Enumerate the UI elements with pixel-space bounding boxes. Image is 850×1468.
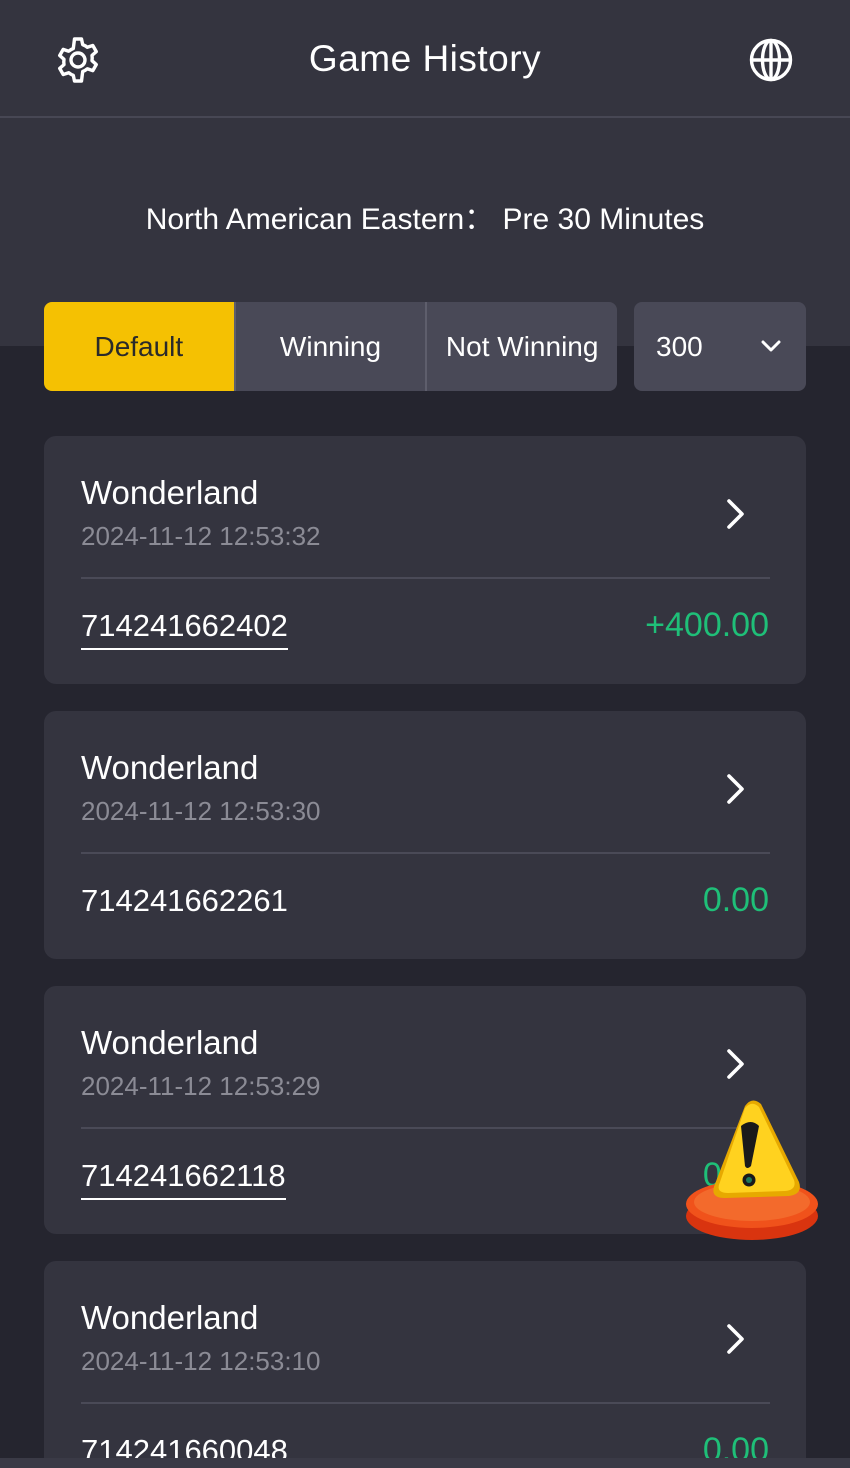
tab-default[interactable]: Default (44, 302, 234, 391)
divider (81, 577, 770, 579)
tab-winning[interactable]: Winning (233, 302, 426, 391)
divider (81, 1402, 770, 1404)
warning-icon[interactable] (685, 1098, 820, 1243)
page-title: Game History (308, 38, 542, 79)
record-count-select[interactable]: 300 (634, 302, 806, 391)
order-number-link[interactable]: 714241662118 (81, 1158, 286, 1200)
game-history-screen: Game History North American Eastern： Pre… (0, 0, 850, 1468)
record-time: 2024-11-12 12:53:10 (81, 1346, 321, 1376)
history-card[interactable]: Wonderland 2024-11-12 12:53:30 714241662… (44, 711, 806, 959)
record-time: 2024-11-12 12:53:30 (81, 796, 321, 826)
record-time: 2024-11-12 12:53:32 (81, 521, 321, 551)
bottom-edge (0, 1458, 850, 1468)
history-card[interactable]: Wonderland 2024-11-12 12:53:10 714241660… (44, 1261, 806, 1468)
chevron-right-icon[interactable] (724, 1322, 748, 1356)
win-amount: 0.00 (702, 881, 769, 919)
result-filter-tabs: Default Winning Not Winning (44, 302, 617, 391)
timezone-label: North American Eastern： Pre 30 Minutes (145, 203, 705, 236)
record-time: 2024-11-12 12:53:29 (81, 1071, 321, 1101)
divider (81, 852, 770, 854)
globe-icon[interactable] (746, 35, 796, 85)
game-name: Wonderland (81, 1024, 259, 1061)
record-count-value: 300 (656, 330, 703, 362)
game-name: Wonderland (81, 1299, 259, 1336)
game-name: Wonderland (81, 749, 259, 786)
game-name: Wonderland (81, 474, 259, 511)
order-number-link[interactable]: 714241662402 (81, 608, 288, 650)
chevron-right-icon[interactable] (724, 497, 748, 531)
win-amount: +400.00 (645, 606, 769, 644)
order-number: 714241662261 (81, 883, 288, 918)
chevron-right-icon[interactable] (724, 1047, 748, 1081)
divider (81, 1127, 770, 1129)
chevron-right-icon[interactable] (724, 772, 748, 806)
chevron-down-icon (761, 340, 781, 352)
top-bar: Game History (0, 0, 850, 118)
history-card[interactable]: Wonderland 2024-11-12 12:53:32 714241662… (44, 436, 806, 684)
tab-not-winning[interactable]: Not Winning (425, 302, 617, 391)
